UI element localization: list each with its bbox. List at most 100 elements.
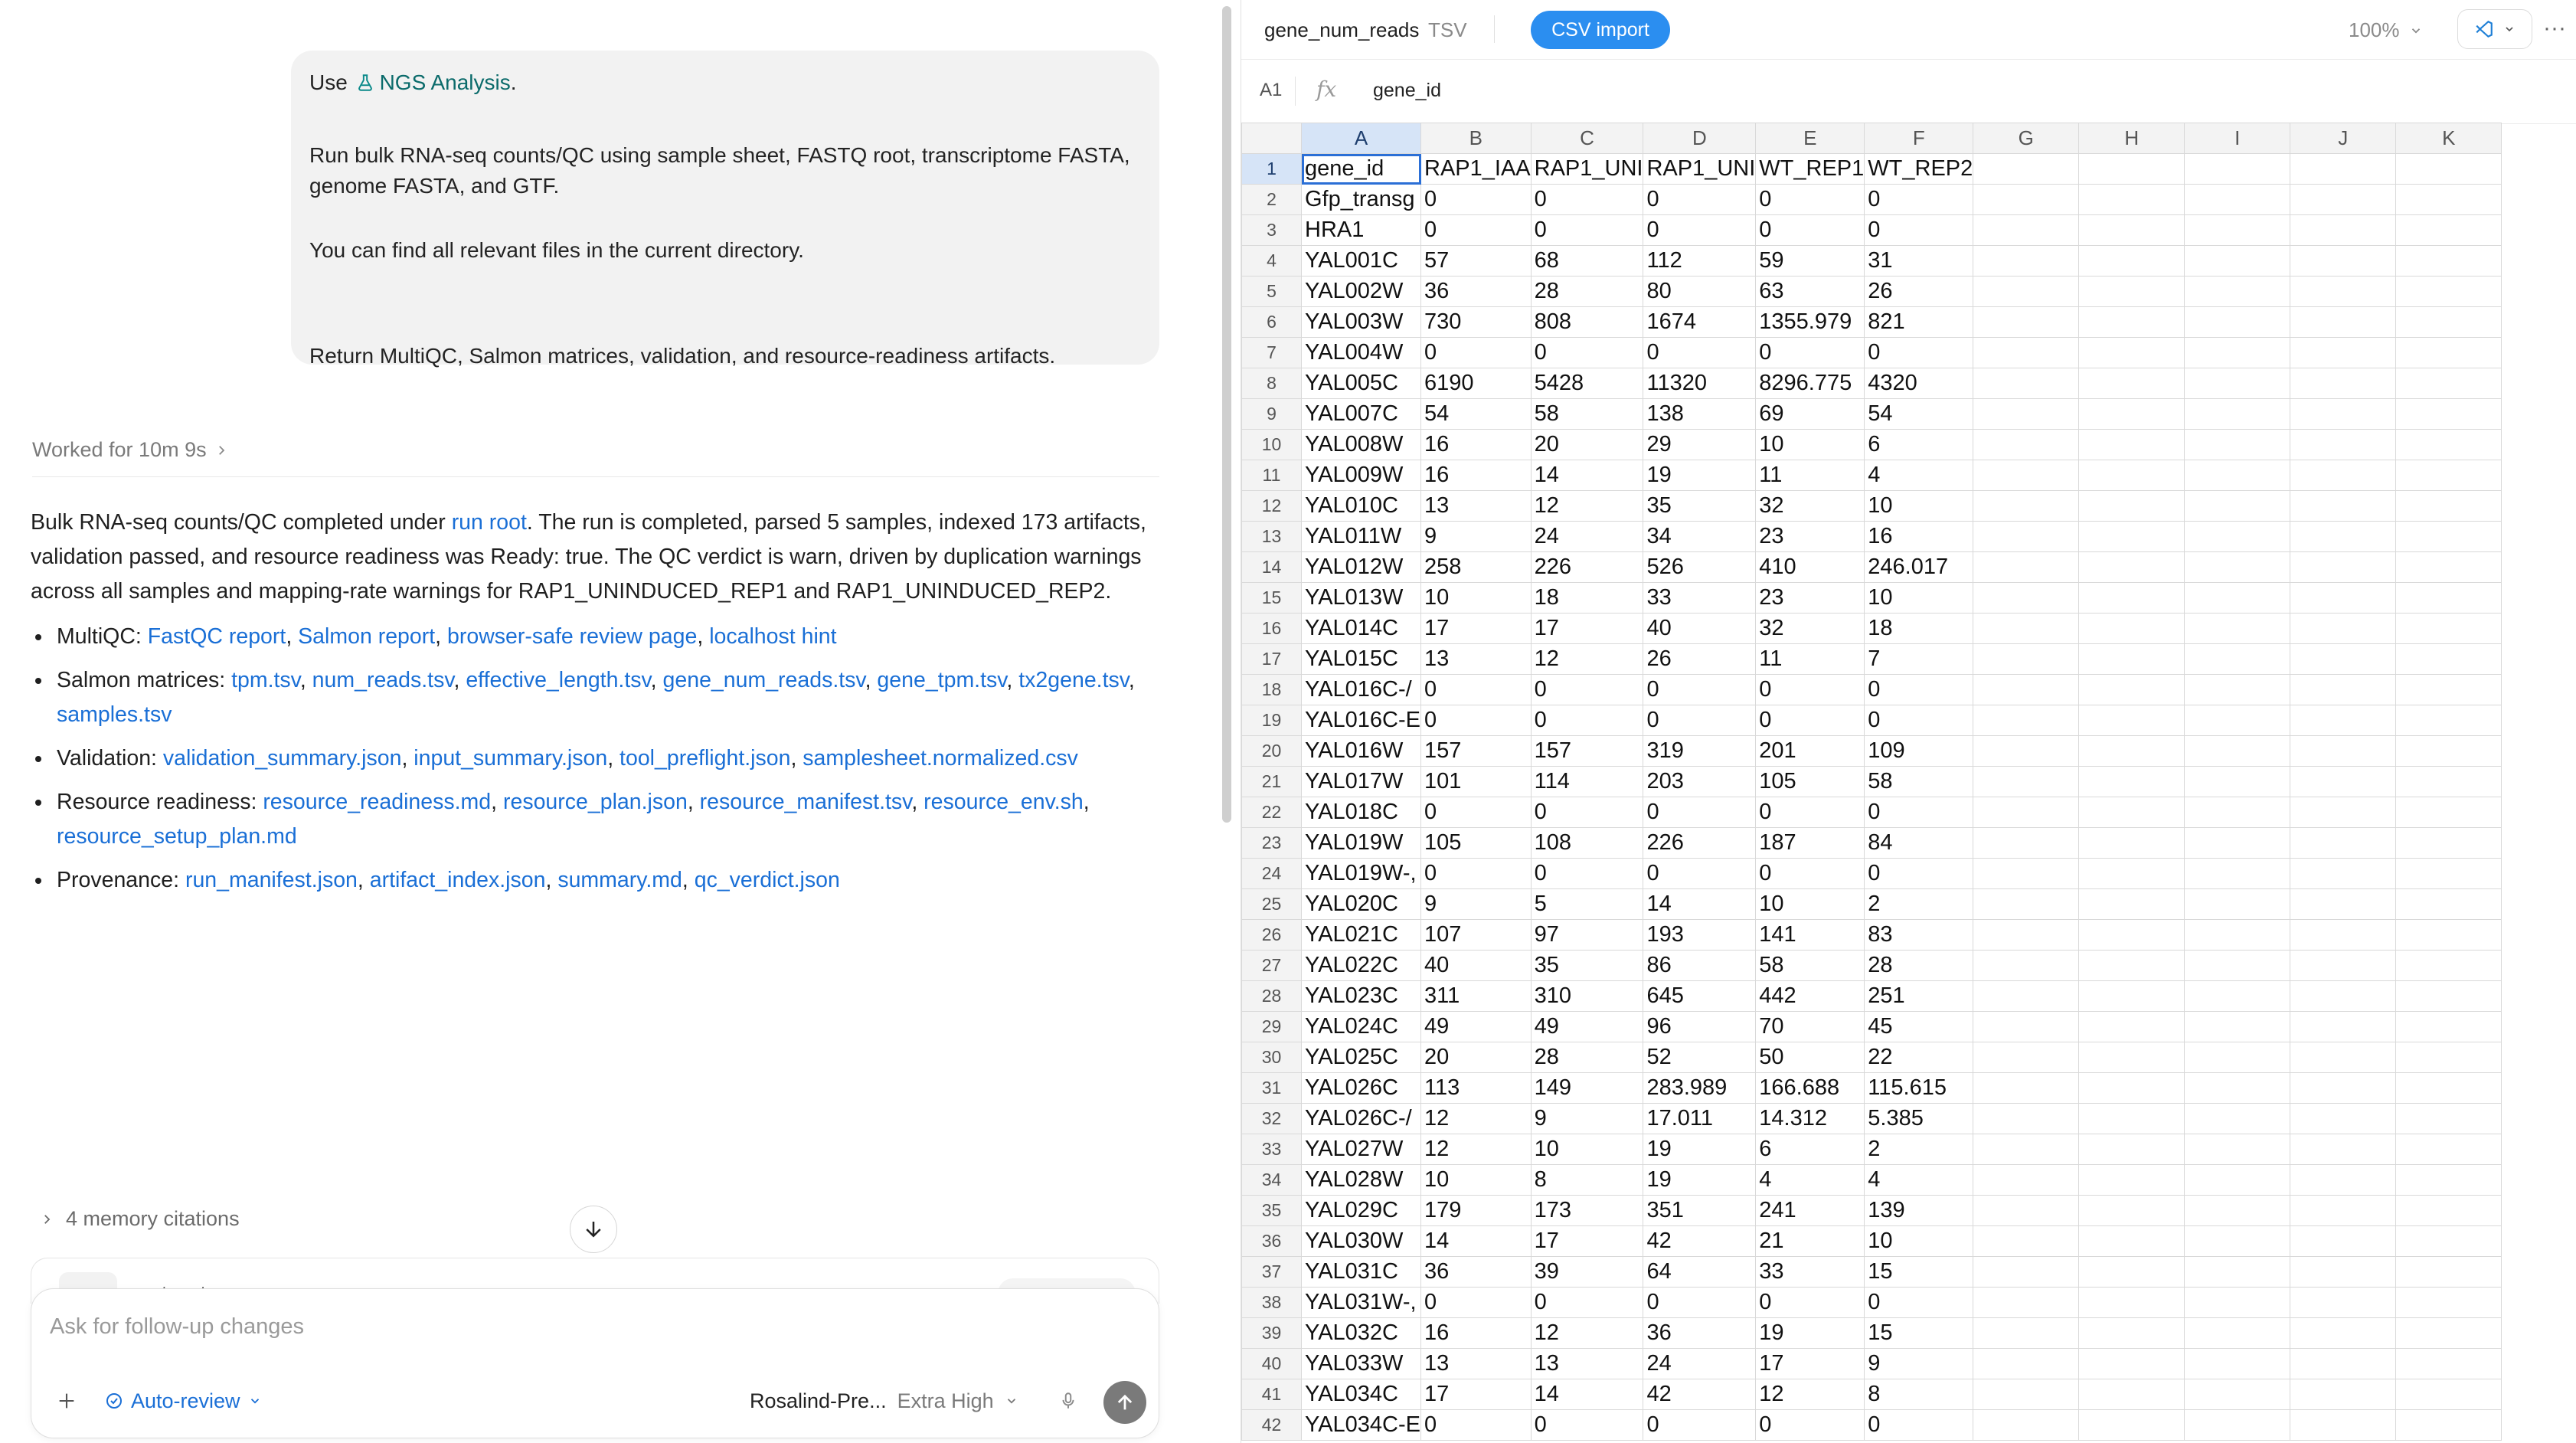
cell[interactable]: 5428 (1530, 368, 1644, 399)
cell[interactable] (1973, 1011, 2080, 1042)
cell[interactable]: 157 (1420, 735, 1532, 767)
cell[interactable]: 0 (1420, 1287, 1532, 1318)
cell[interactable] (1973, 153, 2080, 185)
cell[interactable] (2078, 214, 2185, 246)
cell[interactable] (2078, 460, 2185, 491)
cell[interactable] (2395, 276, 2502, 307)
cell[interactable] (2078, 1164, 2185, 1196)
cell[interactable] (2184, 521, 2291, 552)
cell[interactable]: 32 (1755, 613, 1865, 644)
cell[interactable]: 57 (1420, 245, 1532, 276)
artifact-link[interactable]: gene_num_reads.tsv (663, 668, 865, 692)
cell[interactable] (1973, 827, 2080, 859)
cell[interactable] (2290, 705, 2397, 736)
row-header[interactable]: 36 (1241, 1225, 1302, 1257)
cell[interactable] (2184, 1225, 2291, 1257)
cell[interactable] (2078, 153, 2185, 185)
cell[interactable]: 29 (1643, 429, 1757, 460)
cell[interactable] (2184, 214, 2291, 246)
cell[interactable] (1973, 337, 2080, 368)
cell[interactable]: 0 (1864, 184, 1974, 215)
cell[interactable]: 40 (1643, 613, 1757, 644)
column-header[interactable]: H (2078, 123, 2185, 154)
cell[interactable]: 0 (1420, 858, 1532, 889)
cell[interactable]: 105 (1755, 766, 1865, 797)
cell[interactable]: 526 (1643, 551, 1757, 583)
cell[interactable] (1973, 245, 2080, 276)
cell[interactable] (1973, 643, 2080, 675)
cell[interactable] (2184, 1103, 2291, 1134)
cell[interactable]: 730 (1420, 306, 1532, 338)
cell[interactable]: YAL032C (1301, 1317, 1421, 1349)
cell[interactable]: 0 (1643, 1409, 1757, 1441)
cell[interactable] (2078, 1287, 2185, 1318)
artifact-link[interactable]: validation_summary.json (163, 746, 402, 771)
cell[interactable]: 0 (1420, 337, 1532, 368)
cell[interactable]: 0 (1530, 184, 1644, 215)
cell[interactable]: WT_REP1 (1755, 153, 1865, 185)
cell[interactable]: 9 (1420, 888, 1532, 920)
cell[interactable] (2078, 643, 2185, 675)
cell[interactable]: YAL013W (1301, 582, 1421, 614)
cell[interactable] (2290, 214, 2397, 246)
cell[interactable]: 141 (1755, 919, 1865, 951)
column-header[interactable]: A (1301, 123, 1421, 154)
cell[interactable] (2078, 1195, 2185, 1226)
row-header[interactable]: 7 (1241, 337, 1302, 368)
cell[interactable] (2078, 980, 2185, 1012)
cell[interactable]: 34 (1643, 521, 1757, 552)
cell[interactable]: 1355.979 (1755, 306, 1865, 338)
column-header[interactable]: D (1643, 123, 1757, 154)
cell[interactable] (2184, 153, 2291, 185)
cell[interactable] (2078, 582, 2185, 614)
cell[interactable]: YAL016C-E (1301, 705, 1421, 736)
cell[interactable]: 319 (1643, 735, 1757, 767)
row-header[interactable]: 41 (1241, 1379, 1302, 1410)
cell[interactable]: 45 (1864, 1011, 1974, 1042)
cell[interactable] (1973, 429, 2080, 460)
artifact-link[interactable]: summary.md (557, 868, 682, 892)
cell[interactable]: 8 (1864, 1379, 1974, 1410)
cell[interactable]: 12 (1420, 1103, 1532, 1134)
row-header[interactable]: 27 (1241, 950, 1302, 981)
row-header[interactable]: 18 (1241, 674, 1302, 705)
cell[interactable] (1973, 368, 2080, 399)
cell[interactable] (2184, 245, 2291, 276)
row-header[interactable]: 19 (1241, 705, 1302, 736)
row-header[interactable]: 34 (1241, 1164, 1302, 1196)
cell[interactable]: 157 (1530, 735, 1644, 767)
cell[interactable]: 12 (1530, 643, 1644, 675)
cell[interactable] (2078, 1225, 2185, 1257)
cell[interactable]: 32 (1755, 490, 1865, 522)
cell[interactable] (2078, 1042, 2185, 1073)
cell[interactable] (2290, 551, 2397, 583)
artifact-link[interactable]: tpm.tsv (231, 668, 300, 692)
cell[interactable]: 0 (1643, 1287, 1757, 1318)
cell[interactable] (2184, 582, 2291, 614)
cell[interactable]: 115.615 (1864, 1072, 1974, 1104)
cell[interactable]: 24 (1530, 521, 1644, 552)
cell[interactable]: 258 (1420, 551, 1532, 583)
cell[interactable] (2395, 1072, 2502, 1104)
cell[interactable] (2184, 1348, 2291, 1379)
cell[interactable] (2184, 643, 2291, 675)
cell[interactable] (2290, 1103, 2397, 1134)
cell[interactable]: YAL005C (1301, 368, 1421, 399)
cell[interactable]: 139 (1864, 1195, 1974, 1226)
cell[interactable]: 40 (1420, 950, 1532, 981)
artifact-link[interactable]: resource_manifest.tsv (700, 790, 912, 814)
cell[interactable] (2290, 1134, 2397, 1165)
row-header[interactable]: 31 (1241, 1072, 1302, 1104)
cell[interactable]: 0 (1643, 858, 1757, 889)
cell[interactable]: YAL001C (1301, 245, 1421, 276)
send-button[interactable] (1103, 1381, 1146, 1424)
cell[interactable]: 6190 (1420, 368, 1532, 399)
cell[interactable] (2290, 184, 2397, 215)
cell[interactable] (2290, 460, 2397, 491)
artifact-link[interactable]: localhost hint (709, 624, 836, 649)
cell[interactable] (2290, 1379, 2397, 1410)
cell[interactable] (2395, 1042, 2502, 1073)
cell[interactable]: 138 (1643, 398, 1757, 430)
cell[interactable]: 18 (1864, 613, 1974, 644)
cell[interactable]: 28 (1864, 950, 1974, 981)
